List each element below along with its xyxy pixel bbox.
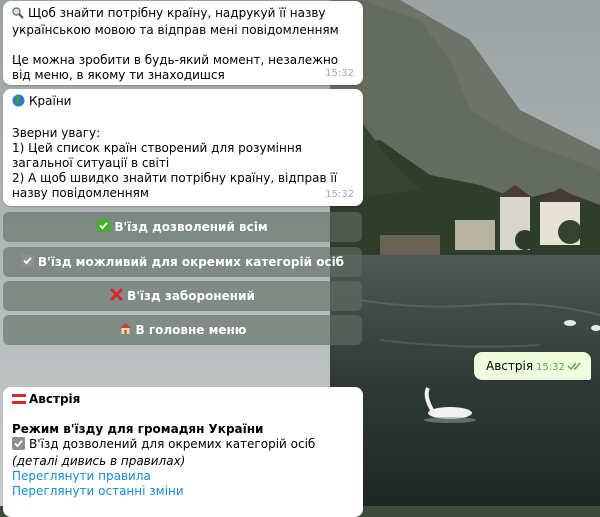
grey-check-icon	[12, 437, 25, 454]
entry-status-text: В'їзд дозволений для окремих категорій о…	[29, 437, 316, 451]
keyboard-button-label: В головне меню	[135, 323, 247, 337]
keyboard-button-entry-allowed[interactable]: В'їзд дозволений всім	[3, 212, 362, 242]
message-body: Зверни увагу: 1) Цей список країн створе…	[12, 126, 338, 200]
message-title-row: Країни	[12, 94, 354, 111]
house-icon	[119, 322, 132, 338]
entry-status-note: (деталі дивись в правилах)	[12, 454, 186, 468]
double-check-icon	[567, 362, 581, 371]
message-time: 15:32	[536, 362, 565, 373]
keyboard-button-label: В'їзд заборонений	[127, 289, 255, 303]
message-time: 15:32	[325, 189, 354, 200]
globe-icon	[12, 94, 25, 111]
link-view-rules[interactable]: Переглянути правила	[12, 469, 151, 483]
message-outgoing: Австрія 15:32	[474, 352, 591, 380]
message-text: Австрія	[486, 359, 534, 373]
keyboard-button-label: В'їзд дозволений всім	[114, 220, 268, 234]
magnifier-icon	[12, 7, 24, 23]
entry-regime-heading: Режим в'їзду для громадян України	[12, 422, 264, 436]
keyboard-button-label: В'їзд можливий для окремих категорій осі…	[37, 255, 345, 269]
green-check-icon	[97, 219, 111, 235]
keyboard-button-entry-forbidden[interactable]: В'їзд заборонений	[3, 281, 362, 311]
message-search-hint: Щоб знайти потрібну країну, надрукуй її …	[3, 1, 363, 85]
austria-flag-icon	[12, 394, 26, 404]
entry-status: В'їзд дозволений для окремих категорій о…	[12, 437, 354, 469]
message-time: 15:32	[325, 68, 354, 79]
link-view-changes[interactable]: Переглянути останні зміни	[12, 484, 184, 498]
message-austria: Австрія Режим в'їзду для громадян Україн…	[3, 387, 363, 517]
message-title-row: Австрія	[12, 392, 354, 407]
message-title: Країни	[29, 94, 72, 108]
message-text: Щоб знайти потрібну країну, надрукуй її …	[12, 6, 354, 38]
red-cross-icon	[110, 288, 123, 304]
grey-check-icon	[20, 254, 34, 270]
message-countries: Країни Зверни увагу: 1) Цей список країн…	[3, 89, 363, 206]
message-title: Австрія	[29, 392, 81, 406]
message-line: Це можна зробити в будь-який момент, нез…	[12, 53, 342, 82]
keyboard-button-entry-partial[interactable]: В'їзд можливий для окремих категорій осі…	[3, 247, 362, 277]
keyboard-button-main-menu[interactable]: В головне меню	[3, 315, 362, 345]
message-line: Щоб знайти потрібну країну, надрукуй її …	[12, 6, 339, 37]
